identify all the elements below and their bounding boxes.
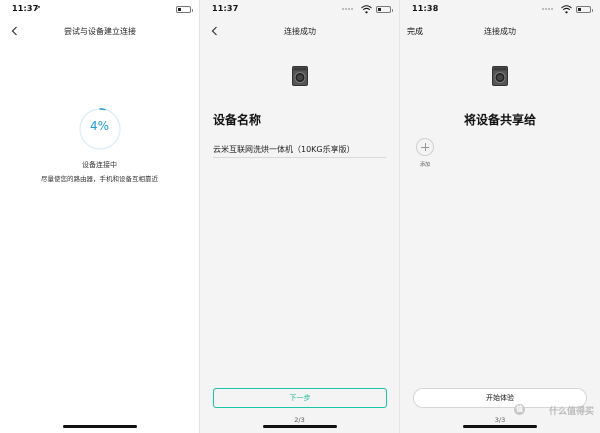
plus-icon[interactable]	[416, 138, 434, 156]
status-bar: 11:37 ➚	[0, 0, 199, 20]
page-indicator: 3/3	[494, 416, 506, 424]
nav-title: 连接成功	[284, 27, 316, 36]
section-title: 设备名称	[213, 113, 262, 127]
screen-connecting: 11:37 ➚ 尝试与设备建立连接 4% 设备连接中 尽量使您的路由器，手机和设…	[0, 0, 200, 433]
home-indicator[interactable]	[463, 425, 537, 428]
signal-icon	[542, 8, 556, 11]
page-indicator: 2/3	[294, 416, 305, 424]
nav-bar: 连接成功	[200, 20, 399, 44]
battery-icon	[176, 6, 193, 13]
battery-icon	[376, 6, 393, 13]
status-time: 11:38	[412, 4, 439, 13]
add-label: 添加	[419, 162, 430, 168]
nav-bar: 完成 连接成功	[400, 20, 600, 44]
wifi-icon	[561, 5, 572, 14]
washer-icon	[292, 66, 308, 86]
connecting-hint: 尽量使您的路由器，手机和设备互相靠近	[41, 175, 158, 183]
watermark-logo: 值	[514, 404, 525, 415]
screen-share: 11:38 完成 连接成功 将设备共享给 添加 开始体验 值 什么值得买 3/3	[400, 0, 600, 433]
share-title: 将设备共享给	[463, 113, 536, 127]
home-indicator[interactable]	[63, 425, 137, 428]
washer-icon	[492, 66, 508, 86]
connecting-status: 设备连接中	[82, 161, 117, 169]
nav-title: 尝试与设备建立连接	[64, 27, 136, 36]
signal-icon	[342, 8, 356, 11]
progress-percent: 4%	[89, 119, 110, 133]
battery-icon	[576, 6, 593, 13]
status-bar: 11:37	[200, 0, 399, 20]
device-name-input[interactable]: 云米互联网洗烘一体机（10KG乐享版）	[213, 144, 355, 155]
input-underline	[213, 157, 386, 158]
nav-bar: 尝试与设备建立连接	[0, 20, 199, 44]
screen-device-name: 11:37 连接成功 设备名称 云米互联网洗烘一体机（10KG乐享版） 下一步 …	[200, 0, 400, 433]
status-bar: 11:38	[400, 0, 600, 20]
status-time: 11:37	[212, 4, 239, 13]
wifi-icon	[361, 5, 372, 14]
nav-title: 连接成功	[484, 27, 516, 36]
next-step-button[interactable]: 下一步	[213, 388, 387, 408]
location-icon: ➚	[35, 4, 41, 12]
home-indicator[interactable]	[263, 425, 337, 428]
